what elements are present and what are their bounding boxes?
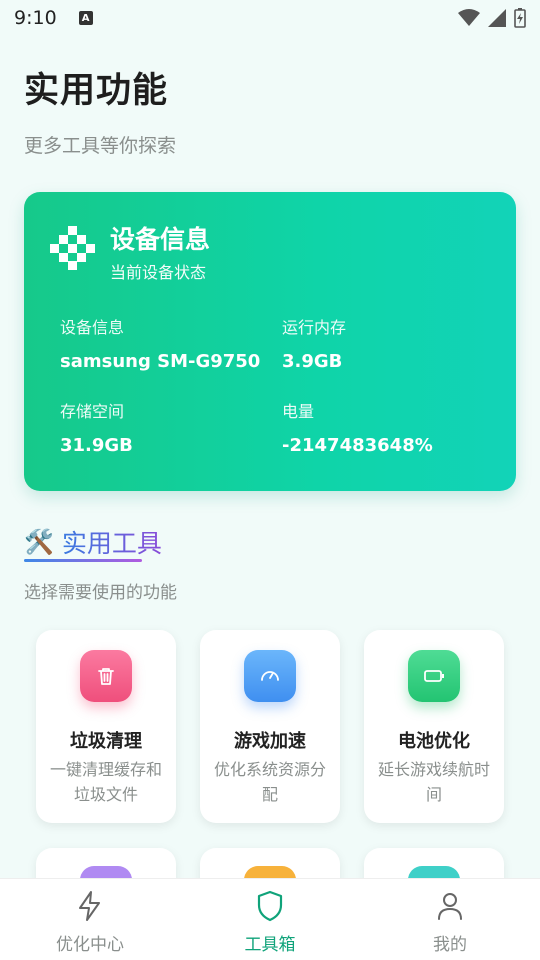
hammer-wrench-icon: 🛠️ <box>24 528 54 556</box>
nav-label: 工具箱 <box>244 935 296 955</box>
battery-icon <box>408 650 460 702</box>
page-subtitle: 更多工具等你探索 <box>24 135 177 157</box>
tool-desc: 优化系统资源分配 <box>213 760 326 804</box>
page-header: 实用功能 更多工具等你探索 <box>24 62 176 158</box>
nav-label: 优化中心 <box>56 935 124 955</box>
wifi-icon <box>458 9 480 26</box>
signal-icon <box>488 9 506 27</box>
tool-name: 电池优化 <box>398 731 470 752</box>
info-label: 运行内存 <box>282 318 347 337</box>
nav-item-profile[interactable]: 我的 <box>360 879 540 960</box>
notification-icon: A <box>78 11 93 25</box>
info-value: -2147483648% <box>282 435 433 456</box>
trash-icon <box>80 650 132 702</box>
status-time: 9:10 <box>14 7 57 29</box>
tool-card-battery-optimize[interactable]: 电池优化 延长游戏续航时间 <box>364 630 504 823</box>
bottom-nav: 优化中心 工具箱 我的 <box>0 878 540 960</box>
section-title: 实用工具 <box>62 524 162 560</box>
tools-section-header: 🛠️ 实用工具 <box>24 524 162 560</box>
info-value: 3.9GB <box>282 351 343 372</box>
section-subtitle: 选择需要使用的功能 <box>24 583 177 603</box>
info-value: samsung SM-G9750 <box>60 351 261 372</box>
shield-icon <box>257 890 283 922</box>
info-label: 存储空间 <box>60 402 125 421</box>
status-bar: 9:10 A <box>0 0 540 36</box>
info-label: 电量 <box>282 402 315 421</box>
card-title: 设备信息 <box>110 225 211 254</box>
device-model-cell: 设备信息 samsung SM-G9750 <box>60 314 260 372</box>
ram-cell: 运行内存 3.9GB <box>282 314 346 372</box>
nav-item-optimize[interactable]: 优化中心 <box>0 879 180 960</box>
battery-charging-icon <box>514 8 526 28</box>
tool-name: 游戏加速 <box>234 731 306 752</box>
pixel-logo-icon <box>50 226 95 270</box>
section-underline <box>24 559 142 562</box>
lightning-icon <box>79 891 100 921</box>
tool-desc: 一键清理缓存和垃圾文件 <box>49 760 162 804</box>
nav-item-toolbox[interactable]: 工具箱 <box>180 879 360 960</box>
page-title: 实用功能 <box>24 71 169 111</box>
tool-desc: 延长游戏续航时间 <box>377 760 490 804</box>
info-label: 设备信息 <box>60 318 125 337</box>
battery-level-cell: 电量 -2147483648% <box>282 398 433 456</box>
info-value: 31.9GB <box>60 435 133 456</box>
card-subtitle: 当前设备状态 <box>110 263 207 282</box>
user-icon <box>438 893 462 920</box>
tool-card-game-boost[interactable]: 游戏加速 优化系统资源分配 <box>200 630 340 823</box>
tool-card-junk-clean[interactable]: 垃圾清理 一键清理缓存和垃圾文件 <box>36 630 176 823</box>
device-info-card: 设备信息 当前设备状态 设备信息 samsung SM-G9750 运行内存 3… <box>24 192 516 491</box>
status-icons <box>458 8 526 28</box>
speedometer-icon <box>244 650 296 702</box>
tool-name: 垃圾清理 <box>70 731 142 752</box>
storage-cell: 存储空间 31.9GB <box>60 398 133 456</box>
nav-label: 我的 <box>433 935 467 955</box>
